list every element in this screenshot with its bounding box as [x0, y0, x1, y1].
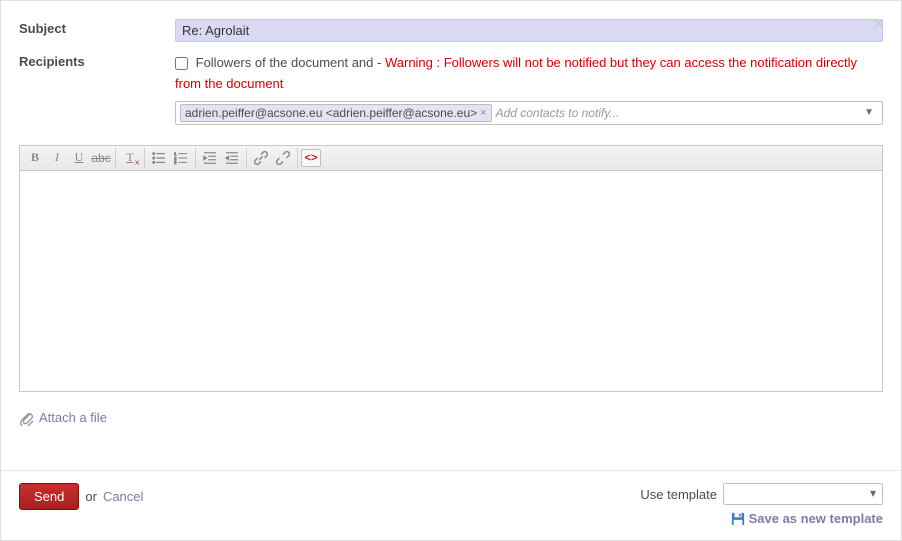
save-template-link[interactable]: Save as new template — [749, 511, 883, 526]
recipient-tag-label: adrien.peiffer@acsone.eu <adrien.peiffer… — [185, 106, 477, 120]
tag-remove-icon[interactable]: × — [480, 107, 486, 119]
editor-toolbar: B I U abc T 123 — [20, 146, 882, 171]
html-source-button[interactable]: <> — [301, 149, 321, 167]
followers-checkbox[interactable] — [175, 57, 188, 70]
recipients-label: Recipients — [19, 52, 175, 69]
ordered-list-button[interactable]: 123 — [170, 148, 192, 168]
paperclip-icon — [19, 410, 35, 426]
followers-text: Followers of the document and - — [196, 55, 382, 70]
svg-text:3: 3 — [174, 160, 177, 165]
close-icon[interactable]: × — [872, 13, 885, 35]
cancel-link[interactable]: Cancel — [103, 489, 143, 504]
save-icon — [731, 512, 745, 526]
underline-button[interactable]: U — [68, 148, 90, 168]
clear-format-button[interactable]: T — [119, 148, 141, 168]
use-template-label: Use template — [640, 487, 717, 502]
subject-input[interactable] — [175, 19, 883, 42]
italic-button[interactable]: I — [46, 148, 68, 168]
link-button[interactable] — [250, 148, 272, 168]
recipient-tag: adrien.peiffer@acsone.eu <adrien.peiffer… — [180, 104, 492, 122]
chevron-down-icon[interactable]: ▼ — [860, 107, 878, 118]
template-select[interactable] — [723, 483, 883, 505]
recipients-placeholder: Add contacts to notify... — [496, 106, 861, 120]
or-text: or — [85, 489, 97, 504]
subject-label: Subject — [19, 19, 175, 36]
recipients-input[interactable]: adrien.peiffer@acsone.eu <adrien.peiffer… — [175, 101, 883, 125]
editor-body[interactable] — [20, 171, 882, 391]
unordered-list-button[interactable] — [148, 148, 170, 168]
bold-button[interactable]: B — [24, 148, 46, 168]
attach-file-link[interactable]: Attach a file — [39, 410, 107, 425]
outdent-button[interactable] — [199, 148, 221, 168]
strikethrough-button[interactable]: abc — [90, 148, 112, 168]
send-button[interactable]: Send — [19, 483, 79, 510]
indent-button[interactable] — [221, 148, 243, 168]
unlink-button[interactable] — [272, 148, 294, 168]
editor: B I U abc T 123 — [19, 145, 883, 392]
